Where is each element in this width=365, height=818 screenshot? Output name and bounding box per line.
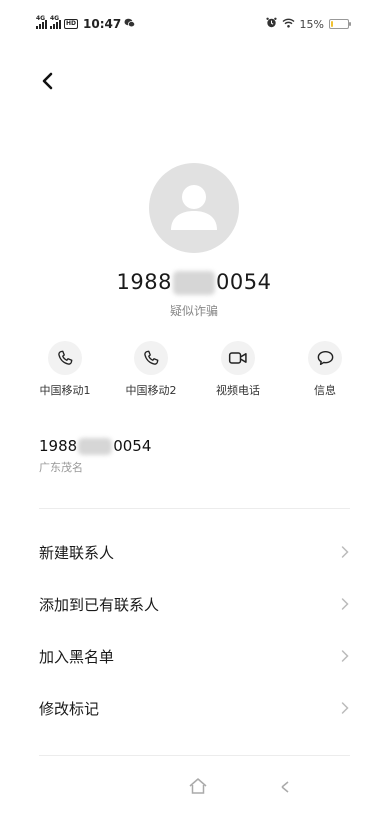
chevron-left-icon [42,72,53,90]
message-button[interactable]: 信息 [285,341,365,398]
message-bubble-icon [317,350,333,366]
phone-icon [144,350,159,365]
message-label: 信息 [314,384,336,397]
number-location: 广东茂名 [39,461,83,474]
redacted-digits [78,438,113,455]
number-row-prefix: 1988 [39,437,78,455]
call-sim1-circle [48,341,82,375]
menu-add-to-existing[interactable]: 添加到已有联系人 [0,578,365,630]
avatar [149,163,239,253]
battery-icon [329,19,351,29]
menu-add-blacklist-label: 加入黑名单 [39,647,115,666]
video-call-circle [221,341,255,375]
signal-icon: 4G [36,15,47,29]
status-bar: 4G 4G HD 10:47 15% [0,0,365,48]
fraud-tag-label: 疑似诈骗 [169,304,218,318]
hd-badge: HD [64,19,79,29]
wifi-icon [282,18,295,31]
chevron-right-icon [341,546,349,558]
alarm-icon [265,17,277,31]
back-nav-icon[interactable] [280,780,296,794]
contact-number-title: 1988 0054 [0,270,365,295]
menu-add-to-existing-label: 添加到已有联系人 [39,595,160,614]
network-type-2: 4G [50,15,60,22]
video-call-button[interactable]: 视频电话 [198,341,278,398]
menu-edit-mark-label: 修改标记 [39,699,100,718]
number-row[interactable]: 1988 0054 [39,437,151,455]
status-right: 15% [265,17,351,31]
signal-icon: 4G [50,15,61,29]
message-circle [308,341,342,375]
chevron-right-icon [341,702,349,714]
menu-add-blacklist[interactable]: 加入黑名单 [0,630,365,682]
divider [39,755,350,756]
menu-new-contact[interactable]: 新建联系人 [0,526,365,578]
bottom-nav-bar [0,770,365,818]
call-sim1-label: 中国移动1 [39,384,91,397]
call-sim2-circle [134,341,168,375]
network-type-1: 4G [36,15,46,22]
chevron-right-icon [341,650,349,662]
battery-percent: 15% [299,17,324,31]
phone-icon [58,350,73,365]
back-button[interactable] [33,66,63,96]
chevron-right-icon [341,598,349,610]
number-suffix: 0054 [216,270,272,294]
number-prefix: 1988 [116,270,172,294]
wechat-notification-icon [124,18,136,31]
video-camera-icon [228,352,247,364]
status-time: 10:47 [83,17,122,31]
call-sim1-button[interactable]: 中国移动1 [25,341,105,398]
home-icon[interactable] [188,777,208,795]
call-sim2-button[interactable]: 中国移动2 [111,341,191,398]
menu-edit-mark[interactable]: 修改标记 [0,682,365,734]
menu-new-contact-label: 新建联系人 [39,543,115,562]
divider [39,508,350,509]
call-sim2-label: 中国移动2 [125,384,177,397]
redacted-digits [173,271,215,295]
person-icon [171,185,217,230]
action-bar: 中国移动1 中国移动2 视频电话 信息 [0,341,365,401]
number-row-suffix: 0054 [113,437,152,455]
video-call-label: 视频电话 [216,384,260,397]
status-left: 4G 4G HD 10:47 [36,15,136,31]
